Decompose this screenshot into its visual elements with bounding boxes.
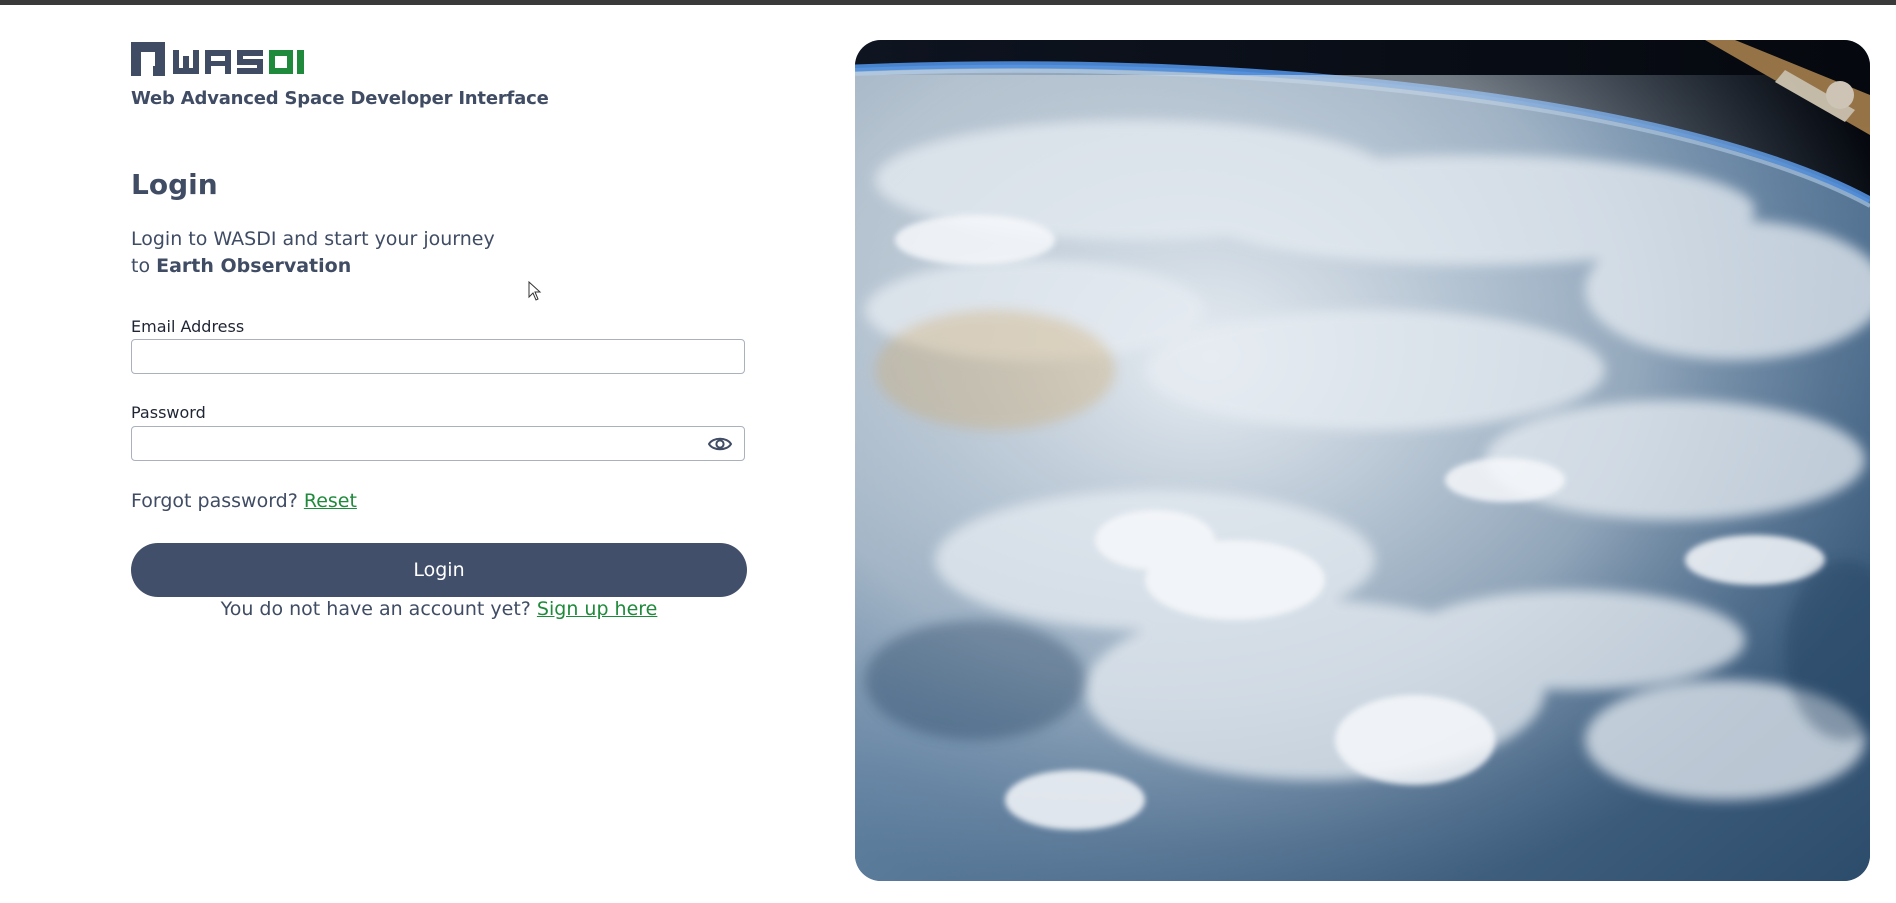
- password-field-container: [131, 426, 745, 461]
- earth-from-space-image: [855, 40, 1870, 881]
- wasdi-logo: [131, 42, 304, 76]
- email-field-container: [131, 339, 745, 374]
- forgot-password-text: Forgot password?: [131, 490, 304, 512]
- intro-text: Login to WASDI and start your journey to…: [131, 226, 531, 280]
- password-label: Password: [131, 403, 206, 422]
- reset-password-link[interactable]: Reset: [304, 490, 357, 512]
- password-field[interactable]: [132, 427, 692, 460]
- signup-row: You do not have an account yet? Sign up …: [131, 598, 747, 620]
- intro-line1: Login to WASDI and start your journey: [131, 228, 495, 250]
- signup-text: You do not have an account yet?: [220, 598, 537, 620]
- signup-link[interactable]: Sign up here: [537, 598, 657, 620]
- email-label: Email Address: [131, 317, 245, 336]
- intro-highlight: Earth Observation: [156, 255, 352, 277]
- intro-line2-prefix: to: [131, 255, 157, 277]
- tagline: Web Advanced Space Developer Interface: [131, 88, 549, 109]
- mouse-cursor-icon: [528, 281, 542, 301]
- login-button[interactable]: Login: [131, 543, 747, 597]
- email-field[interactable]: [132, 340, 692, 373]
- top-border: [0, 0, 1896, 5]
- eye-icon[interactable]: [708, 434, 732, 454]
- earth-hero-image: [855, 40, 1870, 881]
- page-title: Login: [131, 168, 218, 201]
- forgot-password-row: Forgot password? Reset: [131, 490, 357, 512]
